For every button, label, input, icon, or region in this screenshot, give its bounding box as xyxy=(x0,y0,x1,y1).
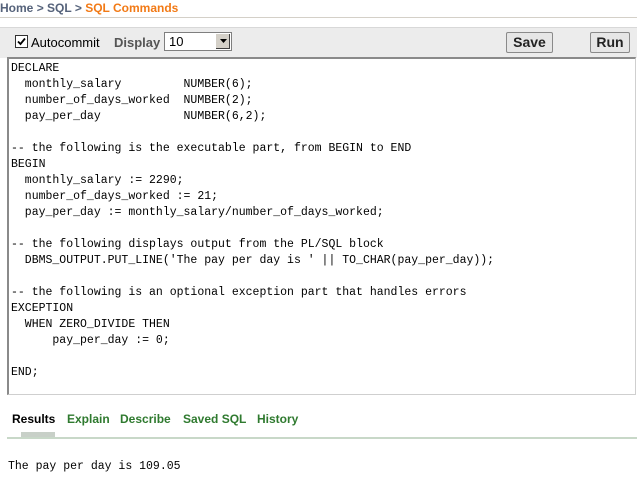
display-label: Display xyxy=(114,35,161,50)
results-tabs: Results Explain Describe Saved SQL Histo… xyxy=(7,407,637,439)
sql-editor[interactable]: DECLARE monthly_salary NUMBER(6); number… xyxy=(7,57,636,395)
tab-explain[interactable]: Explain xyxy=(67,412,110,426)
autocommit-label: Autocommit xyxy=(31,35,100,50)
breadcrumb-current-page: SQL Commands xyxy=(85,1,179,15)
breadcrumb-separator: > xyxy=(36,1,44,15)
dropdown-arrow-icon[interactable] xyxy=(215,34,230,49)
chevron-down-icon xyxy=(220,39,227,43)
sql-code[interactable]: DECLARE monthly_salary NUMBER(6); number… xyxy=(9,59,635,381)
breadcrumb-divider xyxy=(0,17,637,18)
checkmark-icon xyxy=(17,37,26,46)
tab-describe[interactable]: Describe xyxy=(120,412,171,426)
save-button[interactable]: Save xyxy=(506,32,553,53)
command-toolbar: Autocommit Display 10 Save Run xyxy=(0,27,637,58)
tab-history[interactable]: History xyxy=(257,412,298,426)
run-button[interactable]: Run xyxy=(590,32,630,53)
tab-results[interactable]: Results xyxy=(12,412,55,426)
autocommit-checkbox[interactable] xyxy=(15,35,28,48)
breadcrumb-home-link[interactable]: Home xyxy=(0,1,33,15)
breadcrumb: Home > SQL > SQL Commands xyxy=(0,0,637,17)
active-tab-indicator xyxy=(21,432,55,437)
tab-saved-sql[interactable]: Saved SQL xyxy=(183,412,246,426)
display-rows-value: 10 xyxy=(169,34,184,49)
breadcrumb-separator: > xyxy=(74,1,82,15)
display-rows-select[interactable]: 10 xyxy=(164,32,232,51)
results-output: The pay per day is 109.05 xyxy=(8,460,181,473)
breadcrumb-sql-link[interactable]: SQL xyxy=(47,1,71,15)
